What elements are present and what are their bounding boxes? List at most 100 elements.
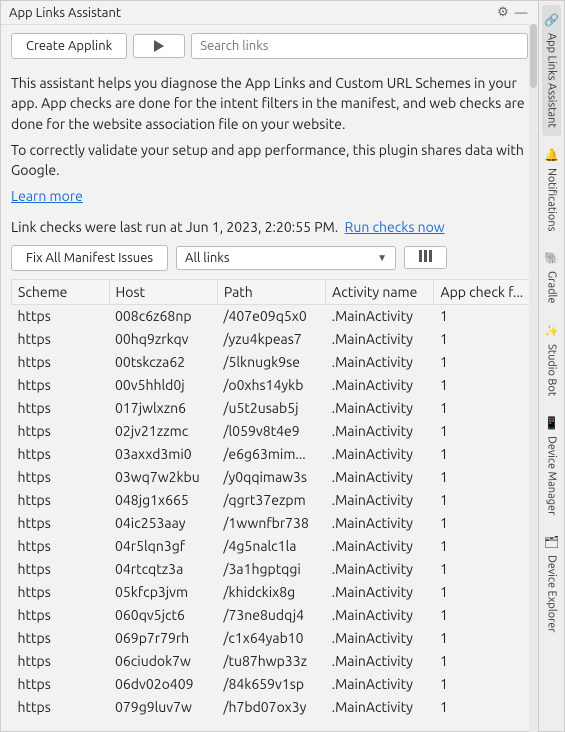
columns-button[interactable] — [404, 246, 447, 269]
cell-appcheck: 1 — [434, 350, 532, 373]
table-row[interactable]: https04r5lqn3gf/4g5nalc1la.MainActivity1 — [12, 534, 532, 557]
cell-scheme: https — [12, 603, 110, 626]
cell-activity: .MainActivity — [326, 580, 434, 603]
table-row[interactable]: https02jv21zzmc/l059v8t4e9.MainActivity1 — [12, 419, 532, 442]
create-applink-button[interactable]: Create Applink — [11, 33, 127, 59]
status-prefix: Link checks were last run at — [11, 219, 186, 235]
toolbar: Create Applink — [1, 25, 538, 65]
chevron-down-icon: ▼ — [377, 252, 387, 264]
side-tab-device-explorer[interactable]: 🗂Device Explorer — [542, 527, 561, 641]
columns-icon — [419, 250, 432, 262]
side-tab-app-links-assistant[interactable]: 🔗 App Links Assistant — [542, 5, 561, 136]
cell-activity: .MainActivity — [326, 396, 434, 419]
col-scheme[interactable]: Scheme — [12, 279, 110, 304]
table-row[interactable]: https04rtcqtz3a/3a1hgptqgi.MainActivity1 — [12, 557, 532, 580]
cell-scheme: https — [12, 557, 110, 580]
col-path[interactable]: Path — [217, 279, 325, 304]
app-links-assistant-icon: 🔗 — [544, 13, 559, 27]
fix-manifest-button[interactable]: Fix All Manifest Issues — [11, 245, 168, 271]
cell-scheme: https — [12, 396, 110, 419]
cell-appcheck: 1 — [434, 442, 532, 465]
side-tab-studio-bot[interactable]: ✨ Studio Bot — [542, 316, 561, 404]
description-p1: This assistant helps you diagnose the Ap… — [11, 73, 528, 134]
cell-activity: .MainActivity — [326, 488, 434, 511]
cell-scheme: https — [12, 511, 110, 534]
cell-appcheck: 1 — [434, 580, 532, 603]
side-tab-label: Device Explorer — [546, 555, 558, 633]
run-checks-link[interactable]: Run checks now — [345, 219, 445, 235]
cell-host: 00hq9zrkqv — [109, 327, 217, 350]
cell-path: /u5t2usab5j — [217, 396, 325, 419]
cell-path: /y0qqimaw3s — [217, 465, 325, 488]
side-tab-label: Studio Bot — [546, 344, 558, 396]
table-row[interactable]: https00hq9zrkqv/yzu4kpeas7.MainActivity1 — [12, 327, 532, 350]
cell-scheme: https — [12, 695, 110, 718]
cell-scheme: https — [12, 350, 110, 373]
cell-scheme: https — [12, 626, 110, 649]
table-row[interactable]: https00v5hhld0j/o0xhs14ykb.MainActivity1 — [12, 373, 532, 396]
col-appcheck[interactable]: App check f... — [434, 279, 532, 304]
table-row[interactable]: https008c6z68np/407e09q5x0.MainActivity1 — [12, 304, 532, 327]
table-row[interactable]: https03wq7w2kbu/y0qqimaw3s.MainActivity1 — [12, 465, 532, 488]
side-tab-notifications[interactable]: 🔔Notifications — [542, 140, 561, 239]
cell-activity: .MainActivity — [326, 327, 434, 350]
cell-appcheck: 1 — [434, 557, 532, 580]
side-tab-device-manager[interactable]: 📱Device Manager — [542, 408, 561, 523]
table-row[interactable]: https03axxd3mi0/e6g63mim....MainActivity… — [12, 442, 532, 465]
cell-host: 00tskcza62 — [109, 350, 217, 373]
studio-bot-icon: ✨ — [544, 324, 559, 338]
learn-more-link[interactable]: Learn more — [11, 188, 83, 204]
table-row[interactable]: https06ciudok7w/tu87hwp33z.MainActivity1 — [12, 649, 532, 672]
title-bar: App Links Assistant ⚙ — — [1, 1, 538, 25]
side-tab-gradle[interactable]: 🐘Gradle — [542, 243, 561, 312]
cell-activity: .MainActivity — [326, 511, 434, 534]
play-icon — [154, 40, 164, 52]
cell-scheme: https — [12, 442, 110, 465]
cell-path: /yzu4kpeas7 — [217, 327, 325, 350]
table-row[interactable]: https00tskcza62/5lknugk9se.MainActivity1 — [12, 350, 532, 373]
cell-activity: .MainActivity — [326, 626, 434, 649]
table-row[interactable]: https04ic253aay/1wwnfbr738.MainActivity1 — [12, 511, 532, 534]
run-button[interactable] — [133, 34, 185, 58]
links-table-wrap[interactable]: Scheme Host Path Activity name App check… — [11, 279, 532, 725]
table-row[interactable]: https06dv02o409/84k659v1sp.MainActivity1 — [12, 672, 532, 695]
col-activity[interactable]: Activity name — [326, 279, 434, 304]
side-tab-label: Device Manager — [546, 436, 558, 515]
table-row[interactable]: https060qv5jct6/73ne8udqj4.MainActivity1 — [12, 603, 532, 626]
table-row[interactable]: https05kfcp3jvm/khidckix8g.MainActivity1 — [12, 580, 532, 603]
cell-appcheck: 1 — [434, 534, 532, 557]
cell-appcheck: 1 — [434, 419, 532, 442]
cell-host: 079g9luv7w — [109, 695, 217, 718]
table-row[interactable]: https017jwlxzn6/u5t2usab5j.MainActivity1 — [12, 396, 532, 419]
links-table: Scheme Host Path Activity name App check… — [11, 279, 532, 719]
cell-path: /c1x64yab10 — [217, 626, 325, 649]
cell-appcheck: 1 — [434, 304, 532, 327]
cell-host: 060qv5jct6 — [109, 603, 217, 626]
scrollbar-track[interactable] — [529, 24, 538, 732]
scrollbar-thumb[interactable] — [530, 24, 537, 88]
search-input[interactable] — [191, 33, 528, 59]
minimize-icon[interactable]: — — [512, 6, 530, 20]
table-row[interactable]: https079g9luv7w/h7bd07ox3y.MainActivity1 — [12, 695, 532, 718]
cell-activity: .MainActivity — [326, 465, 434, 488]
cell-path: /khidckix8g — [217, 580, 325, 603]
gear-icon[interactable]: ⚙ — [494, 5, 512, 20]
col-host[interactable]: Host — [109, 279, 217, 304]
cell-appcheck: 1 — [434, 373, 532, 396]
cell-appcheck: 1 — [434, 626, 532, 649]
filter-label: All links — [185, 251, 229, 265]
right-sidebar: 🔗 App Links Assistant 🔔Notifications 🐘Gradl… — [538, 1, 564, 731]
cell-host: 03axxd3mi0 — [109, 442, 217, 465]
cell-path: /3a1hgptqgi — [217, 557, 325, 580]
side-tab-label: Notifications — [546, 168, 558, 231]
cell-host: 04r5lqn3gf — [109, 534, 217, 557]
side-tab-label: App Links Assistant — [546, 33, 558, 128]
filter-select[interactable]: All links ▼ — [176, 246, 396, 270]
cell-path: /5lknugk9se — [217, 350, 325, 373]
cell-path: /qgrt37ezpm — [217, 488, 325, 511]
cell-scheme: https — [12, 327, 110, 350]
table-row[interactable]: https069p7r79rh/c1x64yab10.MainActivity1 — [12, 626, 532, 649]
cell-activity: .MainActivity — [326, 695, 434, 718]
cell-path: /4g5nalc1la — [217, 534, 325, 557]
table-row[interactable]: https048jg1x665/qgrt37ezpm.MainActivity1 — [12, 488, 532, 511]
